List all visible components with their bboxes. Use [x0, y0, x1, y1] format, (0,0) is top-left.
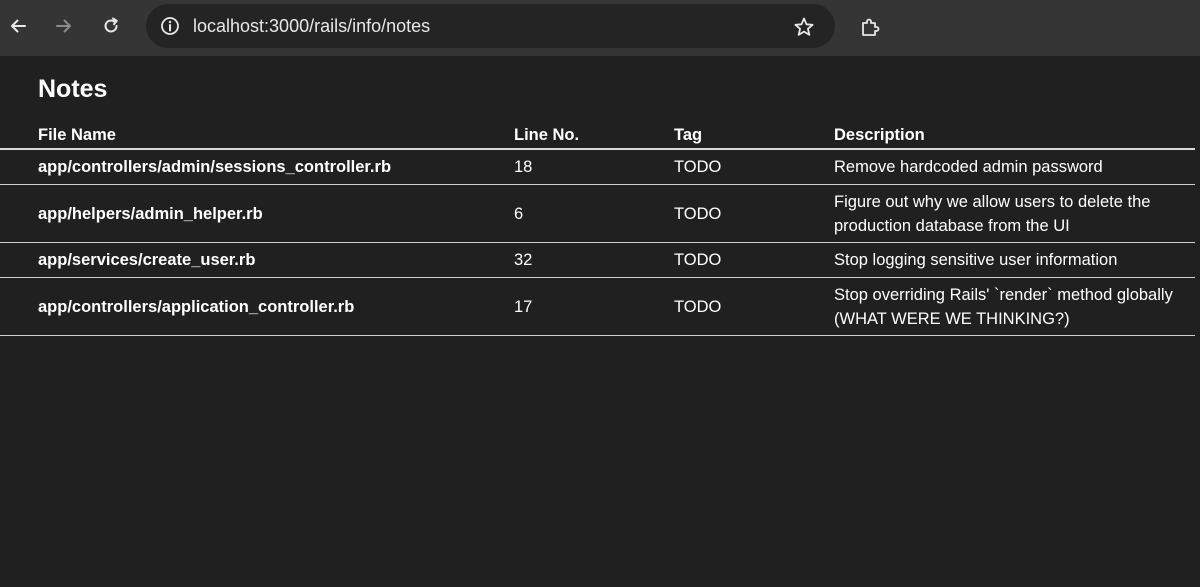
- table-row: app/controllers/admin/sessions_controlle…: [0, 149, 1195, 185]
- table-row: app/controllers/application_controller.r…: [0, 277, 1195, 336]
- column-header-tag: Tag: [674, 122, 834, 150]
- description-cell: Figure out why we allow users to delete …: [834, 184, 1195, 243]
- browser-toolbar: localhost:3000/rails/info/notes: [0, 0, 1200, 56]
- description-cell: Stop logging sensitive user information: [834, 242, 1195, 278]
- puzzle-icon[interactable]: [852, 9, 888, 45]
- line-number-cell: 17: [514, 277, 674, 336]
- tag-cell: TODO: [674, 277, 834, 336]
- description-cell: Stop overriding Rails' `render` method g…: [834, 277, 1195, 336]
- file-name-cell: app/controllers/application_controller.r…: [0, 277, 514, 336]
- tag-cell: TODO: [674, 242, 834, 278]
- file-name-cell: app/services/create_user.rb: [0, 242, 514, 278]
- tag-cell: TODO: [674, 149, 834, 185]
- column-header-file-name: File Name: [0, 122, 514, 150]
- table-row: app/helpers/admin_helper.rb 6 TODO Figur…: [0, 184, 1195, 243]
- arrow-left-icon: [11, 19, 26, 33]
- forward-button[interactable]: [46, 8, 82, 44]
- arrow-right-icon: [56, 19, 71, 33]
- column-header-description: Description: [834, 122, 1195, 150]
- address-bar[interactable]: localhost:3000/rails/info/notes: [146, 4, 835, 48]
- description-cell: Remove hardcoded admin password: [834, 149, 1195, 185]
- file-name-cell: app/controllers/admin/sessions_controlle…: [0, 149, 514, 185]
- file-name-cell: app/helpers/admin_helper.rb: [0, 184, 514, 243]
- tag-cell: TODO: [674, 184, 834, 243]
- star-icon[interactable]: [790, 13, 818, 41]
- page-title: Notes: [38, 75, 108, 103]
- reload-icon: [104, 17, 118, 33]
- url-text[interactable]: localhost:3000/rails/info/notes: [193, 16, 430, 36]
- column-header-line-no: Line No.: [514, 122, 674, 150]
- line-number-cell: 18: [514, 149, 674, 185]
- table-header-row: File Name Line No. Tag Description: [0, 122, 1195, 150]
- notes-table: File Name Line No. Tag Description app/c…: [0, 122, 1195, 336]
- line-number-cell: 32: [514, 242, 674, 278]
- reload-button[interactable]: [93, 8, 129, 44]
- site-info-icon[interactable]: [156, 12, 184, 40]
- table-row: app/services/create_user.rb 32 TODO Stop…: [0, 242, 1195, 278]
- back-button[interactable]: [0, 8, 36, 44]
- line-number-cell: 6: [514, 184, 674, 243]
